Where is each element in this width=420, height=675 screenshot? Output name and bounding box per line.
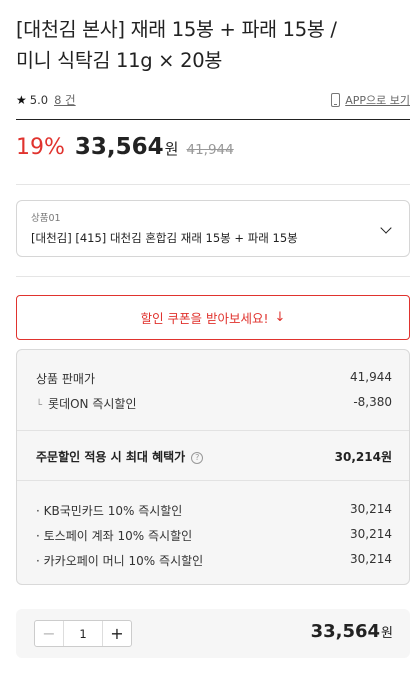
option-divider — [16, 276, 410, 277]
card-offer-value: 30,214 — [350, 527, 392, 541]
sale-price-row: 상품 판매가 41,944 — [36, 370, 392, 387]
star-icon: ★ — [16, 93, 27, 107]
help-icon[interactable]: ? — [191, 451, 204, 464]
sale-price-label: 상품 판매가 — [36, 372, 96, 386]
sale-price-value: 41,944 — [350, 370, 392, 384]
order-summary: − 1 + 33,564 원 — [16, 609, 410, 658]
review-count-link[interactable]: 8 건 — [54, 92, 76, 108]
card-offer-label: · KB국민카드 10% 즉시할인 — [36, 504, 183, 518]
download-arrow-icon: ↓ — [274, 310, 286, 325]
max-benefit-label: 주문할인 적용 시 최대 혜택가 — [36, 450, 186, 464]
product-title: [대천김 본사] 재래 15봉 + 파래 15봉 / 미니 식탁김 11g × … — [16, 14, 408, 76]
app-view-label: APP으로 보기 — [345, 94, 410, 107]
option-label: 상품01 — [31, 213, 61, 224]
discount-rate: 19% — [16, 135, 65, 160]
quantity-increase-button[interactable]: + — [103, 621, 131, 646]
instant-discount-label: 롯데ON 즉시할인 — [48, 397, 137, 411]
rating-score: 5.0 — [29, 93, 49, 107]
card-offer-value: 30,214 — [350, 502, 392, 516]
benefit-divider — [17, 430, 409, 431]
max-benefit-row: 주문할인 적용 시 최대 혜택가? 30,214원 — [36, 448, 392, 465]
product-title-line1: [대천김 본사] 재래 15봉 + 파래 15봉 / — [16, 18, 337, 41]
quantity-value[interactable]: 1 — [63, 621, 103, 646]
card-offers-divider — [17, 480, 409, 481]
option-select[interactable]: 상품01 [대천김] [415] 대천김 혼합김 재래 15봉 + 파래 15봉 — [16, 200, 410, 257]
currency-label: 원 — [164, 140, 179, 158]
card-offer-value: 30,214 — [350, 552, 392, 566]
original-price: 41,944 — [186, 142, 234, 158]
instant-discount-row: └ 롯데ON 즉시할인 -8,380 — [36, 395, 392, 412]
card-offer-label: · 카카오페이 머니 10% 즉시할인 — [36, 554, 204, 568]
price-row: 19% 33,564 원 41,944 — [16, 134, 234, 168]
mobile-phone-icon — [331, 93, 341, 107]
coupon-label: 할인 쿠폰을 받아보세요! — [140, 311, 269, 326]
card-offer-label: · 토스페이 계좌 10% 즉시할인 — [36, 529, 193, 543]
card-offer-row: · KB국민카드 10% 즉시할인 30,214 — [36, 502, 392, 519]
instant-discount-value: -8,380 — [353, 395, 392, 409]
total-price-value: 33,564 — [310, 621, 381, 642]
product-title-line2: 미니 식탁김 11g × 20봉 — [16, 49, 222, 72]
total-currency-label: 원 — [381, 626, 393, 641]
coupon-download-button[interactable]: 할인 쿠폰을 받아보세요! ↓ — [16, 295, 410, 340]
title-divider — [16, 119, 410, 120]
sale-price: 33,564 — [74, 134, 164, 160]
card-offer-row: · 토스페이 계좌 10% 즉시할인 30,214 — [36, 527, 392, 544]
price-divider — [16, 184, 410, 185]
app-view-link[interactable]: APP으로 보기 — [331, 92, 410, 108]
card-offer-row: · 카카오페이 머니 10% 즉시할인 30,214 — [36, 552, 392, 569]
quantity-stepper: − 1 + — [34, 620, 132, 647]
total-price: 33,564 원 — [311, 621, 393, 642]
tree-branch-icon: └ — [36, 400, 43, 411]
max-benefit-value: 30,214원 — [334, 450, 392, 464]
benefit-panel: 상품 판매가 41,944 └ 롯데ON 즉시할인 -8,380 주문할인 적용 … — [16, 349, 410, 585]
option-value: [대천김] [415] 대천김 혼합김 재래 15봉 + 파래 15봉 — [31, 231, 298, 245]
rating-row: ★ 5.0 8 건 APP으로 보기 — [16, 90, 410, 110]
quantity-decrease-button[interactable]: − — [35, 621, 63, 646]
